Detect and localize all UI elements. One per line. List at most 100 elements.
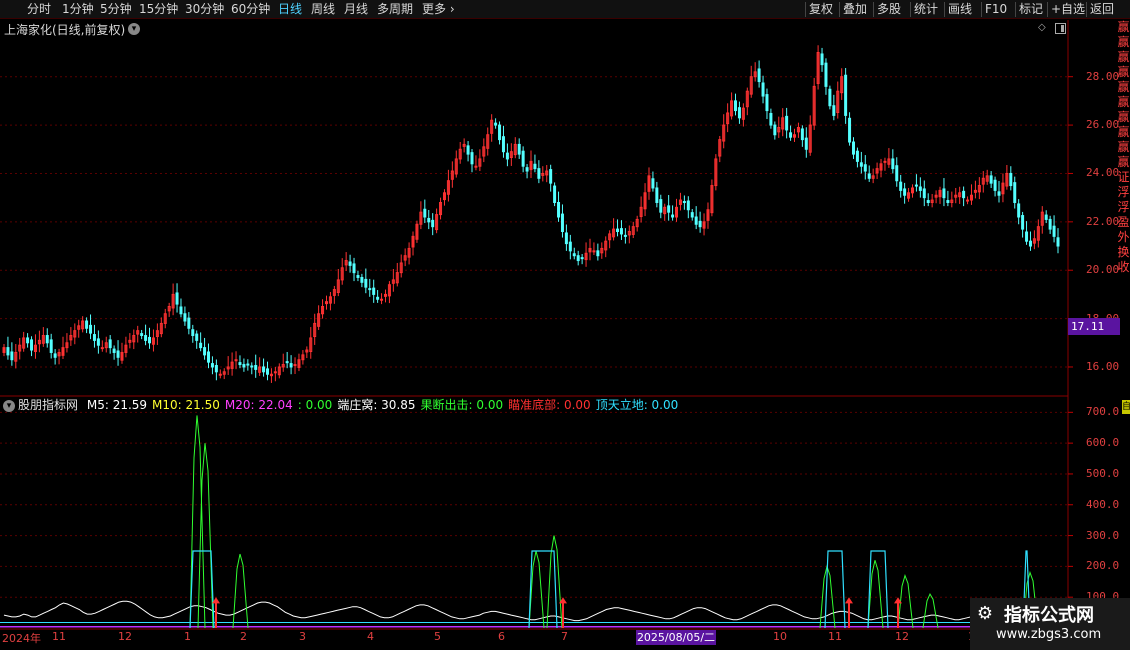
candle-body bbox=[899, 181, 903, 191]
chevron-down-icon[interactable]: ▾ bbox=[128, 23, 140, 35]
candle-body bbox=[804, 137, 808, 150]
watermark-title: 指标公式网 bbox=[1004, 605, 1094, 626]
candle-body bbox=[671, 214, 675, 218]
candle-body bbox=[997, 191, 1001, 196]
toolbar-button-7[interactable]: +自选 bbox=[1051, 0, 1085, 19]
period-tab-10[interactable]: 更多 › bbox=[422, 0, 455, 19]
date-tick: 3 bbox=[299, 630, 306, 643]
candle-body bbox=[289, 363, 293, 368]
toolbar-button-8[interactable]: 返回 bbox=[1090, 0, 1114, 19]
candle-body bbox=[855, 150, 859, 162]
period-tab-0[interactable]: 分时 bbox=[27, 0, 51, 19]
candle-body bbox=[1009, 172, 1013, 187]
candle-body bbox=[30, 339, 34, 351]
period-tab-6[interactable]: 日线 bbox=[278, 0, 302, 19]
candle-body bbox=[966, 199, 970, 202]
candle-body bbox=[92, 334, 96, 341]
indicator-value-4: 端庄窝: 30.85 bbox=[337, 398, 416, 412]
indicator-values: 股朋指标网 M5: 21.59 M10: 21.50 M20: 22.04: 0.0… bbox=[18, 397, 683, 414]
candle-body bbox=[576, 255, 580, 262]
indicator-name[interactable]: 股朋指标网 bbox=[18, 398, 78, 412]
candle-body bbox=[549, 169, 553, 184]
candle-body bbox=[737, 107, 741, 119]
toolbar-button-5[interactable]: F10 bbox=[985, 0, 1007, 19]
candle-body bbox=[494, 122, 498, 126]
candle-body bbox=[769, 112, 773, 126]
stock-title: 上海家化(日线,前复权) bbox=[4, 23, 126, 37]
candle-body bbox=[112, 348, 116, 353]
period-tab-5[interactable]: 60分钟 bbox=[231, 0, 270, 19]
candle-body bbox=[108, 339, 112, 349]
period-tab-7[interactable]: 周线 bbox=[311, 0, 335, 19]
toolbar-button-0[interactable]: 复权 bbox=[809, 0, 833, 19]
candle-body bbox=[757, 68, 761, 83]
candle-body bbox=[214, 365, 218, 373]
candle-body bbox=[89, 324, 93, 334]
toolbar-button-4[interactable]: 画线 bbox=[948, 0, 972, 19]
buy-signal-arrow-head bbox=[845, 597, 853, 604]
date-tick: 12 bbox=[118, 630, 132, 643]
toolbar-button-2[interactable]: 多股 bbox=[877, 0, 901, 19]
current-price-label: 17.11 bbox=[1068, 318, 1120, 335]
candle-body bbox=[348, 261, 352, 266]
candle-body bbox=[376, 296, 380, 300]
watermark: ⚙ 指标公式网 www.zbgs3.com bbox=[970, 598, 1130, 650]
date-tick: 6 bbox=[498, 630, 505, 643]
indicator-value-5: 果断出击: 0.00 bbox=[420, 398, 504, 412]
right-strip-char: 赢 bbox=[1117, 95, 1130, 109]
candle-body bbox=[144, 335, 148, 341]
date-tick: 11 bbox=[52, 630, 66, 643]
candle-body bbox=[651, 178, 655, 189]
stock-title-bar: 上海家化(日线,前复权) ▾ ◇ bbox=[0, 20, 1068, 38]
indicator-value-7: 顶天立地: 0.00 bbox=[595, 398, 679, 412]
indicator-axis-label: 200.0 bbox=[1086, 559, 1120, 573]
candle-body bbox=[1017, 203, 1021, 218]
candle-body bbox=[352, 263, 356, 274]
toolbar-button-6[interactable]: 标记 bbox=[1019, 0, 1043, 19]
period-tab-3[interactable]: 15分钟 bbox=[139, 0, 178, 19]
candle-body bbox=[765, 94, 769, 112]
candle-body bbox=[926, 200, 930, 203]
candle-body bbox=[698, 220, 702, 228]
toolbar-button-1[interactable]: 叠加 bbox=[843, 0, 867, 19]
candle-body bbox=[832, 105, 836, 116]
candle-body bbox=[800, 128, 804, 141]
period-tab-2[interactable]: 5分钟 bbox=[100, 0, 132, 19]
chart-canvas[interactable] bbox=[0, 0, 1130, 650]
indicator-green-spike bbox=[232, 553, 249, 629]
price-axis-label: 24.00 bbox=[1086, 166, 1120, 180]
date-tick: 10 bbox=[773, 630, 787, 643]
candle-body bbox=[694, 216, 698, 225]
candle-body bbox=[238, 362, 242, 366]
candle-body bbox=[785, 115, 789, 131]
candle-body bbox=[431, 219, 435, 228]
indicator-cyan-block bbox=[189, 550, 215, 629]
toolbar-button-3[interactable]: 统计 bbox=[914, 0, 938, 19]
candle-body bbox=[1052, 225, 1056, 237]
candle-body bbox=[242, 364, 246, 368]
candle-body bbox=[195, 333, 199, 341]
candle-body bbox=[423, 208, 427, 218]
candle-body bbox=[844, 74, 848, 116]
date-tick: 12 bbox=[895, 630, 909, 643]
diamond-icon[interactable]: ◇ bbox=[1038, 23, 1048, 33]
candle-body bbox=[592, 250, 596, 253]
period-tab-9[interactable]: 多周期 bbox=[377, 0, 413, 19]
period-tab-8[interactable]: 月线 bbox=[344, 0, 368, 19]
right-strip-char: 换 bbox=[1117, 245, 1130, 259]
candle-body bbox=[564, 232, 568, 245]
chevron-down-icon[interactable]: ▾ bbox=[3, 400, 15, 412]
indicator-value-0: M5: 21.59 bbox=[86, 398, 148, 412]
panel-toggle-icon[interactable] bbox=[1055, 23, 1066, 34]
toolbar-separator bbox=[873, 2, 874, 17]
right-strip-char: 证 bbox=[1117, 170, 1130, 184]
right-strip-char: 赢 bbox=[1117, 20, 1130, 34]
period-tab-4[interactable]: 30分钟 bbox=[185, 0, 224, 19]
candle-body bbox=[466, 145, 470, 155]
candle-body bbox=[560, 213, 564, 233]
info-tab[interactable]: 自 bbox=[1122, 400, 1130, 414]
period-tab-1[interactable]: 1分钟 bbox=[62, 0, 94, 19]
candle-body bbox=[619, 228, 623, 235]
date-tick: 1 bbox=[184, 630, 191, 643]
candle-body bbox=[187, 317, 191, 329]
